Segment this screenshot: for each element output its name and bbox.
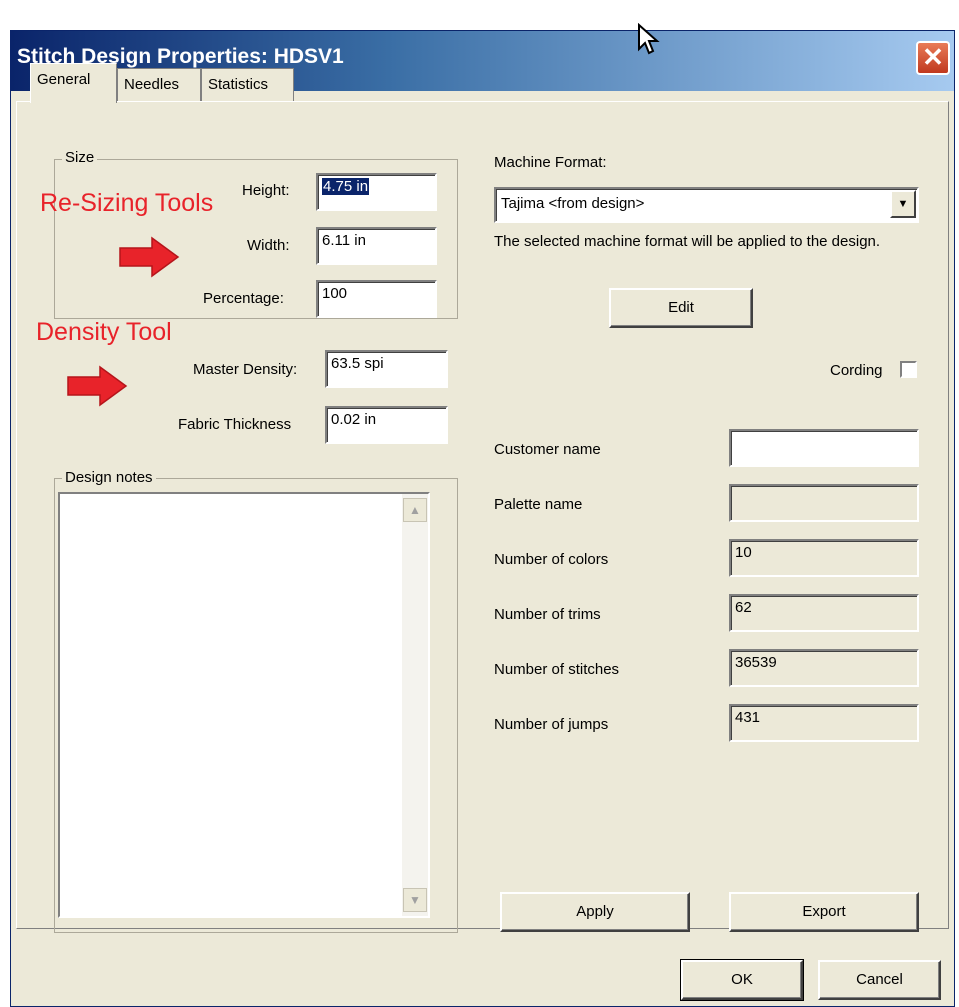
customer-name-label: Customer name <box>494 441 601 458</box>
machine-format-label: Machine Format: <box>494 154 607 171</box>
mouse-cursor-icon <box>638 23 660 55</box>
width-label: Width: <box>247 237 290 254</box>
tab-statistics-label: Statistics <box>208 76 269 93</box>
resizing-annotation: Re-Sizing Tools <box>40 189 214 217</box>
machine-format-value: Tajima <from design> <box>501 195 645 212</box>
jumps-field: 431 <box>729 704 919 742</box>
width-input[interactable]: 6.11 in <box>316 227 437 265</box>
tab-statistics[interactable]: Statistics <box>201 68 294 102</box>
trims-field: 62 <box>729 594 919 632</box>
tab-needles-label: Needles <box>124 76 180 93</box>
stitches-field: 36539 <box>729 649 919 687</box>
scroll-up-icon[interactable]: ▲ <box>403 498 427 522</box>
apply-button[interactable]: Apply <box>500 892 690 932</box>
percentage-label: Percentage: <box>203 290 284 307</box>
design-notes-label: Design notes <box>62 469 156 486</box>
cancel-button[interactable]: Cancel <box>818 960 941 1000</box>
right-arrow-icon <box>119 236 180 278</box>
tab-general[interactable]: General <box>30 63 117 103</box>
fabric-thickness-input[interactable]: 0.02 in <box>325 406 448 444</box>
machine-format-select[interactable]: Tajima <from design> ▼ <box>494 187 919 223</box>
cording-label: Cording <box>830 362 883 379</box>
scroll-down-icon[interactable]: ▼ <box>403 888 427 912</box>
close-button[interactable]: ✕ <box>916 41 950 75</box>
customer-name-input[interactable] <box>729 429 919 467</box>
stitches-label: Number of stitches <box>494 661 620 678</box>
colors-label: Number of colors <box>494 551 609 568</box>
jumps-label: Number of jumps <box>494 716 609 733</box>
edit-button[interactable]: Edit <box>609 288 753 328</box>
machine-format-description: The selected machine format will be appl… <box>494 233 881 250</box>
palette-name-field <box>729 484 919 522</box>
height-input[interactable]: 4.75 in <box>316 173 437 211</box>
height-value: 4.75 in <box>322 178 370 195</box>
palette-name-label: Palette name <box>494 496 583 513</box>
trims-label: Number of trims <box>494 606 601 623</box>
design-notes-textarea[interactable]: ▲ ▼ <box>58 492 430 918</box>
master-density-input[interactable]: 63.5 spi <box>325 350 448 388</box>
export-button[interactable]: Export <box>729 892 919 932</box>
tab-needles[interactable]: Needles <box>117 68 201 102</box>
ok-button[interactable]: OK <box>680 959 804 1001</box>
fabric-thickness-label: Fabric Thickness <box>178 416 292 433</box>
percentage-input[interactable]: 100 <box>316 280 437 318</box>
density-annotation: Density Tool <box>36 318 172 346</box>
colors-field: 10 <box>729 539 919 577</box>
tab-general-label: General <box>37 71 91 88</box>
cording-checkbox[interactable] <box>900 361 917 378</box>
height-label: Height: <box>242 182 290 199</box>
master-density-label: Master Density: <box>193 361 298 378</box>
right-arrow-icon <box>67 365 128 407</box>
dropdown-arrow-icon[interactable]: ▼ <box>890 190 916 218</box>
size-group-label: Size <box>62 149 98 166</box>
notes-scrollbar[interactable]: ▲ ▼ <box>402 494 428 916</box>
